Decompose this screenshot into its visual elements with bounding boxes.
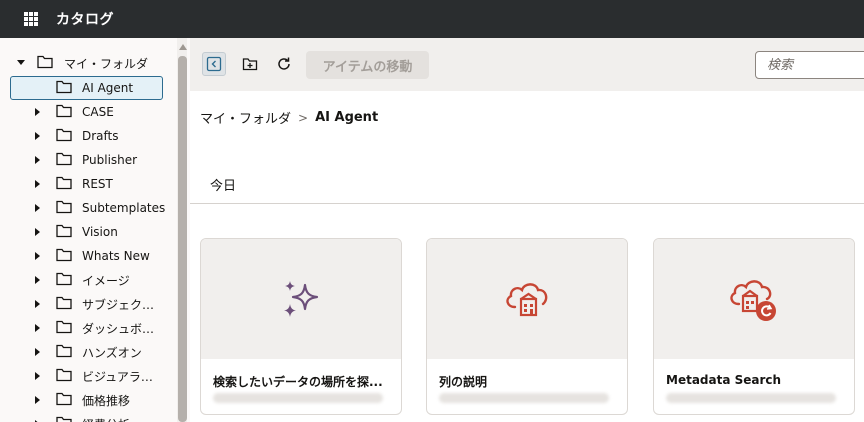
sidebar-item-label: ビジュアラ… — [82, 369, 153, 384]
refresh-button[interactable] — [272, 52, 296, 76]
sidebar-item-label: イメージ — [82, 273, 130, 288]
sidebar-item-label: AI Agent — [82, 81, 134, 95]
chevron-right-icon[interactable] — [35, 348, 40, 356]
sidebar-item-label: REST — [82, 177, 113, 191]
search-input[interactable] — [756, 52, 864, 78]
sidebar-item-label: 経費分析 — [82, 416, 130, 422]
card-title: Metadata Search — [666, 373, 782, 387]
chevron-right-icon[interactable] — [35, 396, 40, 404]
sidebar-item-13[interactable]: 価格推移 — [0, 388, 176, 412]
sidebar-item-1[interactable]: CASE — [0, 100, 176, 124]
breadcrumb-parent[interactable]: マイ・フォルダ — [200, 108, 291, 127]
search-box[interactable] — [755, 51, 864, 79]
section-label-today: 今日 — [210, 179, 237, 194]
breadcrumb-current: AI Agent — [315, 110, 379, 125]
sidebar-item-11[interactable]: ハンズオン — [0, 340, 176, 364]
breadcrumb: マイ・フォルダ > AI Agent — [200, 108, 378, 127]
sidebar-item-label: Subtemplates — [82, 201, 166, 215]
folder-tree: マイ・フォルダ AI Agent CASE Drafts Publisher REST S… — [0, 38, 190, 422]
folder-icon — [37, 55, 53, 69]
top-bar: カタログ — [0, 0, 864, 38]
move-items-button[interactable]: アイテムの移動 — [306, 51, 429, 79]
sidebar-item-8[interactable]: イメージ — [0, 268, 176, 292]
refresh-icon — [278, 57, 290, 70]
sidebar-item-12[interactable]: ビジュアラ… — [0, 364, 176, 388]
sidebar-item-label: Whats New — [82, 249, 150, 263]
sidebar-item-3[interactable]: Publisher — [0, 148, 176, 172]
cloud-dataset-icon — [506, 283, 548, 317]
folder-icon — [56, 128, 72, 142]
sparkle-icon — [284, 281, 319, 317]
page-title: カタログ — [56, 12, 114, 28]
sidebar-item-4[interactable]: REST — [0, 172, 176, 196]
sidebar-item-label: サブジェク… — [82, 297, 155, 312]
sidebar-item-10[interactable]: ダッシュボ… — [0, 316, 176, 340]
sidebar-item-2[interactable]: Drafts — [0, 124, 176, 148]
folder-icon — [56, 80, 72, 94]
scroll-up-icon[interactable] — [179, 44, 187, 50]
sidebar-item-label: ダッシュボ… — [82, 321, 155, 336]
collapse-panel-icon — [206, 56, 222, 72]
chevron-right-icon[interactable] — [35, 132, 40, 140]
chevron-right-icon[interactable] — [35, 276, 40, 284]
folder-icon — [56, 344, 72, 358]
card-thumbnail — [427, 239, 627, 359]
folder-icon — [56, 320, 72, 334]
sidebar-item-0[interactable]: AI Agent — [10, 76, 163, 100]
chevron-right-icon[interactable] — [35, 324, 40, 332]
sidebar-item-label: CASE — [82, 105, 114, 119]
card-title: 検索したいデータの場所を探... — [213, 375, 383, 389]
sidebar-item-label: Drafts — [82, 129, 119, 143]
catalog-card[interactable]: 列の説明 — [426, 238, 628, 415]
sidebar-item-9[interactable]: サブジェク… — [0, 292, 176, 316]
card-subtitle-redacted — [666, 393, 836, 403]
catalog-card[interactable]: 検索したいデータの場所を探... — [200, 238, 402, 415]
chevron-right-icon[interactable] — [35, 372, 40, 380]
breadcrumb-separator: > — [298, 110, 309, 125]
chevron-right-icon[interactable] — [35, 300, 40, 308]
collapse-panel-button[interactable] — [202, 52, 226, 76]
sidebar-item-label: Vision — [82, 225, 118, 239]
chevron-right-icon[interactable] — [35, 204, 40, 212]
divider — [190, 203, 864, 204]
tree-item-root[interactable]: マイ・フォルダ — [0, 51, 176, 75]
app-grid-icon[interactable] — [24, 12, 38, 26]
card-title: 列の説明 — [439, 375, 488, 389]
folder-icon — [56, 272, 72, 286]
sidebar-item-label: ハンズオン — [82, 345, 142, 360]
toolbar: アイテムの移動 — [190, 38, 864, 91]
tree-item-label: マイ・フォルダ — [64, 56, 149, 71]
new-folder-button[interactable] — [238, 52, 262, 76]
sidebar-item-5[interactable]: Subtemplates — [0, 196, 176, 220]
sidebar-item-7[interactable]: Whats New — [0, 244, 176, 268]
cloud-dataset-refresh-icon — [730, 280, 776, 321]
card-subtitle-redacted — [439, 393, 609, 403]
folder-icon — [56, 152, 72, 166]
scrollbar-thumb[interactable] — [178, 56, 187, 422]
folder-icon — [56, 416, 72, 422]
folder-icon — [56, 248, 72, 262]
card-thumbnail — [654, 239, 854, 359]
card-subtitle-redacted — [213, 393, 383, 403]
folder-icon — [56, 296, 72, 310]
sidebar-item-label: Publisher — [82, 153, 138, 167]
folder-icon — [56, 368, 72, 382]
folder-icon — [56, 200, 72, 214]
folder-icon — [56, 224, 72, 238]
sidebar-item-14[interactable]: 経費分析 — [0, 412, 176, 422]
folder-icon — [56, 392, 72, 406]
folder-icon — [56, 176, 72, 190]
chevron-right-icon[interactable] — [35, 252, 40, 260]
catalog-card[interactable]: Metadata Search — [653, 238, 855, 415]
card-thumbnail — [201, 239, 401, 359]
chevron-right-icon[interactable] — [35, 108, 40, 116]
folder-icon — [56, 104, 72, 118]
new-folder-icon — [242, 58, 258, 71]
sidebar-item-label: 価格推移 — [82, 393, 131, 408]
sidebar-item-6[interactable]: Vision — [0, 220, 176, 244]
chevron-right-icon[interactable] — [35, 180, 40, 188]
chevron-down-icon[interactable] — [17, 60, 25, 65]
chevron-right-icon[interactable] — [35, 156, 40, 164]
chevron-right-icon[interactable] — [35, 228, 40, 236]
